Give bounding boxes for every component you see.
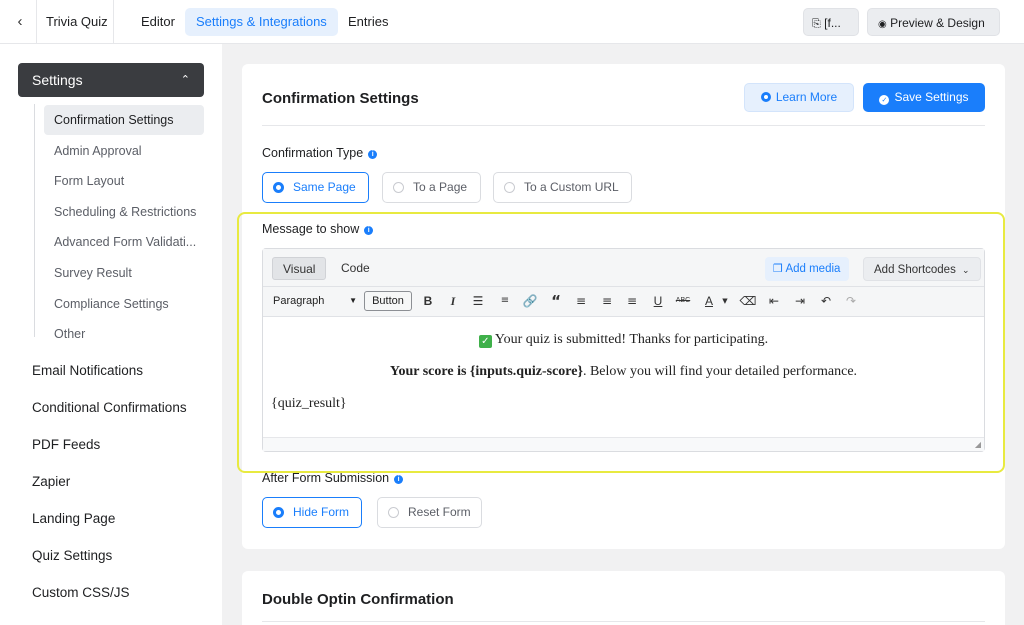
sidebar-item-pdf-feeds[interactable]: PDF Feeds [32,437,100,452]
nav-editor[interactable]: Editor [130,8,186,36]
sidebar-settings-toggle[interactable]: Settings ⌃ [18,63,204,97]
tree-line [34,104,35,337]
radio-label: Same Page [293,180,356,194]
divider [262,125,985,126]
highlight-outline [237,212,1005,473]
radio-label: To a Custom URL [524,180,619,194]
divider [262,621,985,622]
sidebar-item-survey-result[interactable]: Survey Result [44,258,204,288]
preview-label: Preview & Design [890,16,985,30]
info-icon[interactable]: i [394,475,404,484]
sidebar-item-confirmation-settings[interactable]: Confirmation Settings [44,105,204,135]
panel-title: Confirmation Settings [262,90,419,107]
radio-custom-url[interactable]: To a Custom URL [493,172,632,203]
radio-dot [393,182,404,193]
back-arrow-icon[interactable]: ‹ [10,12,30,32]
panel-title: Double Optin Confirmation [262,591,454,608]
double-optin-panel: Double Optin Confirmation [242,571,1005,625]
after-submission-label: After Form Submission i [262,471,404,485]
save-settings-button[interactable]: ✓ Save Settings [863,83,985,112]
divider [113,0,114,44]
sidebar-item-scheduling[interactable]: Scheduling & Restrictions [44,197,204,227]
sidebar-item-form-layout[interactable]: Form Layout [44,166,204,196]
check-circle-icon: ✓ [879,95,890,105]
sidebar-item-quiz-settings[interactable]: Quiz Settings [32,548,112,563]
sidebar-item-other[interactable]: Other [44,319,204,349]
radio-dot [388,507,399,518]
sidebar-item-landing-page[interactable]: Landing Page [32,511,115,526]
sidebar-item-admin-approval[interactable]: Admin Approval [44,136,204,166]
learn-more-label: Learn More [775,90,838,104]
copy-icon: ⎘ [812,18,821,30]
radio-reset-form[interactable]: Reset Form [377,497,482,528]
sidebar-settings-label: Settings [32,72,83,88]
settings-sidebar: Settings ⌃ Confirmation Settings Admin A… [0,44,222,625]
nav-entries[interactable]: Entries [337,8,399,36]
after-submission-text: After Form Submission [262,471,390,485]
top-bar: ‹ Trivia Quiz Editor Settings & Integrat… [0,0,1024,44]
radio-label: Reset Form [408,505,471,519]
sidebar-item-compliance[interactable]: Compliance Settings [44,289,204,319]
info-icon[interactable]: i [368,150,378,159]
shortcode-button[interactable]: ⎘ [f... [803,8,859,36]
radio-dot [273,507,284,518]
sidebar-item-email-notifications[interactable]: Email Notifications [32,363,143,378]
confirmation-type-text: Confirmation Type [262,146,364,160]
radio-same-page[interactable]: Same Page [262,172,369,203]
shortcode-label: [f... [824,16,841,30]
chevron-up-icon: ⌃ [180,74,190,86]
confirmation-type-label: Confirmation Type i [262,146,378,160]
radio-hide-form[interactable]: Hide Form [262,497,362,528]
radio-dot [504,182,515,193]
nav-settings-integrations[interactable]: Settings & Integrations [185,8,338,36]
learn-more-button[interactable]: Learn More [744,83,854,112]
radio-label: To a Page [413,180,468,194]
sidebar-item-custom-css-js[interactable]: Custom CSS/JS [32,585,130,600]
form-title: Trivia Quiz [46,14,108,29]
eye-icon: ◉ [878,19,887,30]
divider [36,0,37,44]
sidebar-item-advanced-validation[interactable]: Advanced Form Validati... [44,227,204,257]
play-icon [760,92,771,102]
radio-dot [273,182,284,193]
sidebar-item-zapier[interactable]: Zapier [32,474,70,489]
save-settings-label: Save Settings [894,90,969,104]
sidebar-item-conditional-confirmations[interactable]: Conditional Confirmations [32,400,187,415]
preview-design-button[interactable]: ◉ Preview & Design [867,8,1000,36]
radio-to-a-page[interactable]: To a Page [382,172,481,203]
radio-label: Hide Form [293,505,350,519]
